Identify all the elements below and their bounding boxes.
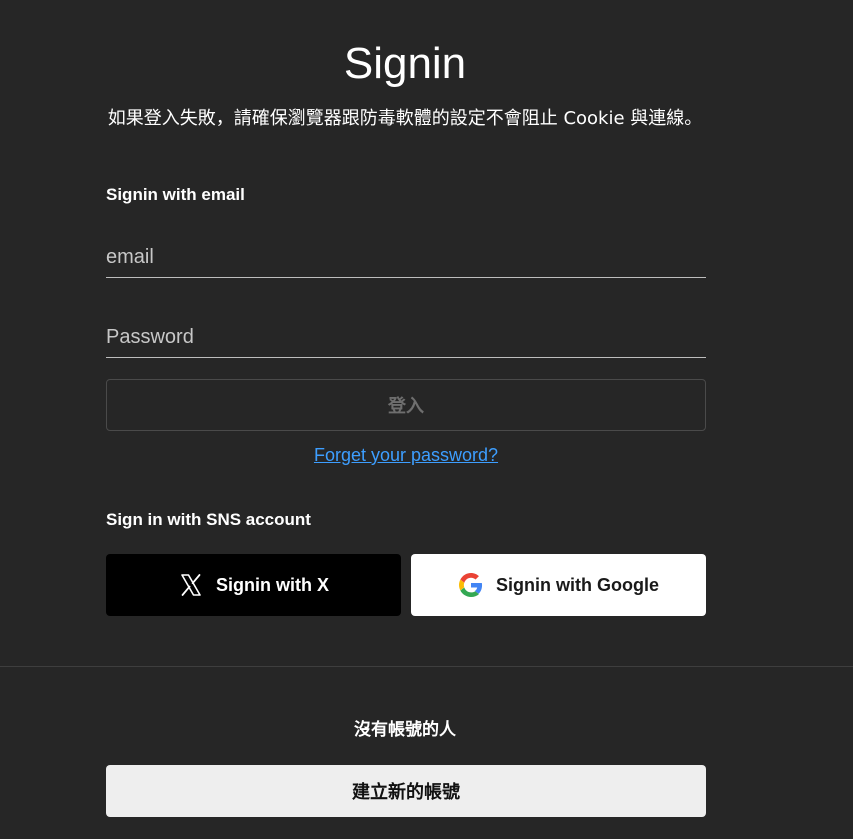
forgot-password-link[interactable]: Forget your password? xyxy=(314,445,498,465)
signin-page: Signin 如果登入失敗，請確保瀏覽器跟防毒軟體的設定不會阻止 Cookie … xyxy=(0,0,853,839)
cookie-notice: 如果登入失敗，請確保瀏覽器跟防毒軟體的設定不會阻止 Cookie 與連線。 xyxy=(107,108,703,129)
x-logo-icon xyxy=(178,572,204,598)
password-field[interactable] xyxy=(106,318,706,358)
email-field[interactable] xyxy=(106,238,706,278)
section-divider xyxy=(0,666,853,667)
signin-with-x-label: Signin with X xyxy=(216,574,329,595)
google-logo-icon xyxy=(458,572,484,598)
email-section-label: Signin with email xyxy=(106,185,245,204)
forgot-password-container: Forget your password? xyxy=(106,443,706,467)
signin-with-google-label: Signin with Google xyxy=(496,574,659,595)
login-button[interactable]: 登入 xyxy=(106,379,706,431)
create-account-button[interactable]: 建立新的帳號 xyxy=(106,765,706,817)
signin-with-x-button[interactable]: Signin with X xyxy=(106,554,401,616)
no-account-label: 沒有帳號的人 xyxy=(354,720,456,740)
signin-with-google-button[interactable]: Signin with Google xyxy=(411,554,706,616)
page-title: Signin xyxy=(343,39,467,88)
sns-section-label: Sign in with SNS account xyxy=(106,510,311,529)
